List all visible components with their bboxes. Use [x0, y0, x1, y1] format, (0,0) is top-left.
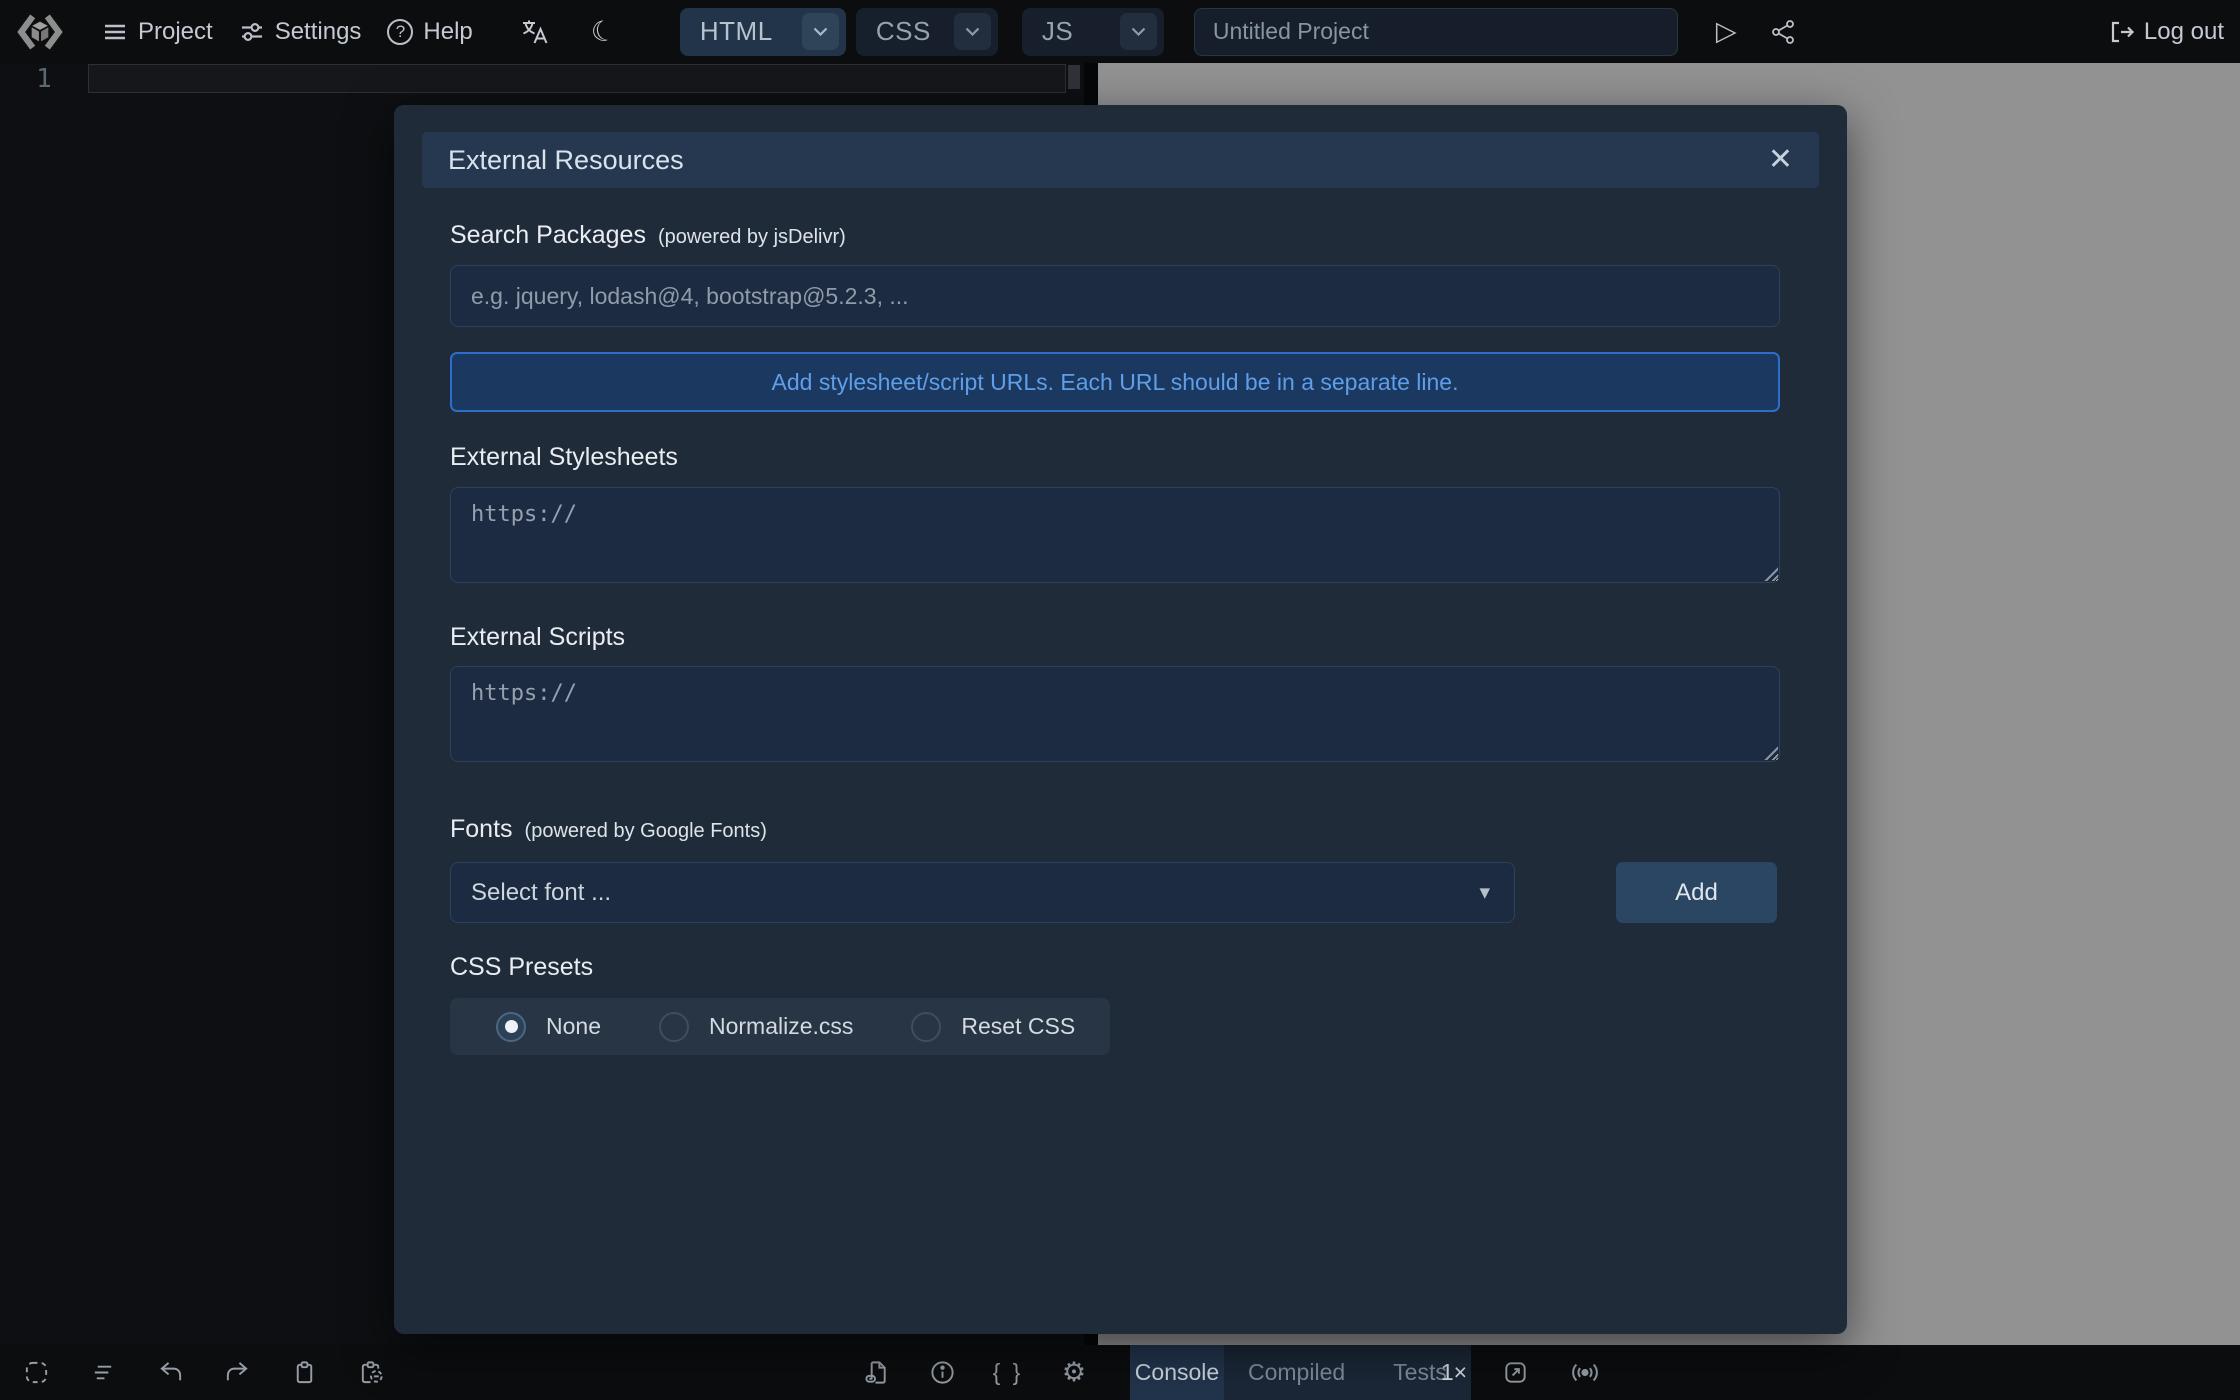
select-arrow-icon: ▾ [1479, 880, 1490, 905]
close-icon[interactable]: ✕ [1768, 145, 1793, 175]
custom-settings-icon[interactable]: { } [990, 1355, 1026, 1391]
tab-js-label: JS [1042, 16, 1073, 47]
external-scripts-label-text: External Scripts [450, 623, 625, 652]
external-stylesheets-label: External Stylesheets [450, 443, 678, 472]
copy-code-icon[interactable] [286, 1355, 322, 1391]
chevron-down-icon[interactable] [802, 13, 839, 50]
help-menu[interactable]: ? Help [387, 18, 472, 46]
app-tools: { } ⚙︎ [858, 1345, 1092, 1400]
font-select-value: Select font ... [471, 879, 611, 907]
css-presets-label: CSS Presets [450, 953, 593, 982]
settings-menu-label: Settings [275, 18, 362, 46]
chevron-down-icon[interactable] [1120, 13, 1157, 50]
radio-unselected-icon[interactable] [659, 1012, 689, 1042]
search-packages-hint: (powered by jsDelivr) [658, 226, 846, 249]
top-toolbar: Project Settings ? Help ☾ HTM [0, 0, 2240, 63]
gear-icon[interactable]: ⚙︎ [1056, 1355, 1092, 1391]
url-info-banner: Add stylesheet/script URLs. Each URL sho… [450, 352, 1780, 412]
tab-console-label: Console [1135, 1359, 1219, 1386]
logout-icon [2109, 19, 2135, 45]
search-packages-label: Search Packages (powered by jsDelivr) [450, 221, 846, 250]
tab-css[interactable]: CSS [856, 8, 998, 56]
moon-icon: ☾ [588, 15, 618, 48]
tab-html-label: HTML [700, 16, 773, 47]
select-all-icon[interactable] [18, 1355, 54, 1391]
tab-compiled[interactable]: Compiled [1224, 1345, 1369, 1400]
help-icon: ? [387, 19, 413, 45]
open-in-new-window-icon[interactable] [1502, 1345, 1529, 1400]
search-packages-input[interactable] [450, 265, 1780, 327]
editor-scrollbar[interactable] [1068, 65, 1080, 89]
copy-snippet-icon[interactable] [353, 1355, 389, 1391]
translate-icon[interactable] [519, 17, 549, 47]
url-info-text: Add stylesheet/script URLs. Each URL sho… [772, 369, 1459, 396]
preset-option-normalize[interactable]: Normalize.css [659, 1012, 853, 1042]
editor-line-number: 1 [24, 65, 64, 93]
radio-unselected-icon[interactable] [911, 1012, 941, 1042]
editor-tools [18, 1345, 389, 1400]
project-menu-label: Project [138, 18, 213, 46]
tab-html[interactable]: HTML [680, 8, 846, 56]
project-title-input[interactable] [1194, 8, 1678, 56]
modal-header: External Resources ✕ [422, 132, 1819, 188]
css-presets-label-text: CSS Presets [450, 953, 593, 982]
project-menu[interactable]: Project [102, 18, 213, 46]
external-scripts-label: External Scripts [450, 623, 625, 652]
search-packages-label-text: Search Packages [450, 221, 646, 250]
result-zoom-button[interactable]: 1× [1428, 1345, 1480, 1400]
external-resources-icon[interactable] [858, 1355, 894, 1391]
tab-css-label: CSS [876, 16, 931, 47]
info-icon[interactable] [924, 1355, 960, 1391]
tab-compiled-label: Compiled [1248, 1359, 1345, 1386]
fonts-hint: (powered by Google Fonts) [525, 820, 767, 843]
modal-title: External Resources [448, 145, 684, 176]
app-window: Project Settings ? Help ☾ HTM [0, 0, 2240, 1400]
logout-button[interactable]: Log out [2109, 18, 2224, 46]
external-stylesheets-label-text: External Stylesheets [450, 443, 678, 472]
logout-label: Log out [2144, 18, 2224, 46]
share-icon [1769, 18, 1797, 46]
app-logo-icon[interactable] [16, 8, 64, 56]
settings-menu[interactable]: Settings [239, 18, 362, 46]
help-menu-label: Help [423, 18, 472, 46]
sliders-icon [239, 19, 265, 45]
external-scripts-textarea[interactable] [450, 666, 1780, 762]
preset-none-label: None [546, 1013, 601, 1040]
dark-mode-toggle[interactable]: ☾ [591, 18, 616, 46]
preset-option-none[interactable]: None [496, 1012, 601, 1042]
css-presets-group: None Normalize.css Reset CSS [450, 998, 1110, 1055]
font-select[interactable]: Select font ... ▾ [450, 862, 1515, 923]
share-button[interactable] [1769, 18, 1797, 46]
external-stylesheets-textarea[interactable] [450, 487, 1780, 583]
preset-reset-label: Reset CSS [961, 1013, 1075, 1040]
chevron-down-icon[interactable] [954, 13, 991, 50]
run-button[interactable]: ▷ [1716, 16, 1737, 47]
preset-option-reset[interactable]: Reset CSS [911, 1012, 1075, 1042]
preset-normalize-label: Normalize.css [709, 1013, 853, 1040]
status-bar: { } ⚙︎ Console Compiled Tests 1× [0, 1345, 2240, 1400]
tab-console[interactable]: Console [1130, 1345, 1224, 1400]
fonts-label: Fonts (powered by Google Fonts) [450, 815, 767, 844]
format-code-icon[interactable] [85, 1355, 121, 1391]
redo-icon[interactable] [219, 1355, 255, 1391]
external-resources-modal: External Resources ✕ Search Packages (po… [394, 105, 1847, 1334]
hamburger-icon [102, 19, 128, 45]
radio-selected-icon[interactable] [496, 1012, 526, 1042]
editor-current-line[interactable] [88, 64, 1066, 93]
undo-icon[interactable] [152, 1355, 188, 1391]
tool-tabs: Console Compiled Tests [1130, 1345, 1471, 1400]
broadcast-icon[interactable] [1570, 1345, 1600, 1400]
add-font-button[interactable]: Add [1616, 862, 1777, 923]
tab-js[interactable]: JS [1022, 8, 1164, 56]
fonts-label-text: Fonts [450, 815, 513, 844]
